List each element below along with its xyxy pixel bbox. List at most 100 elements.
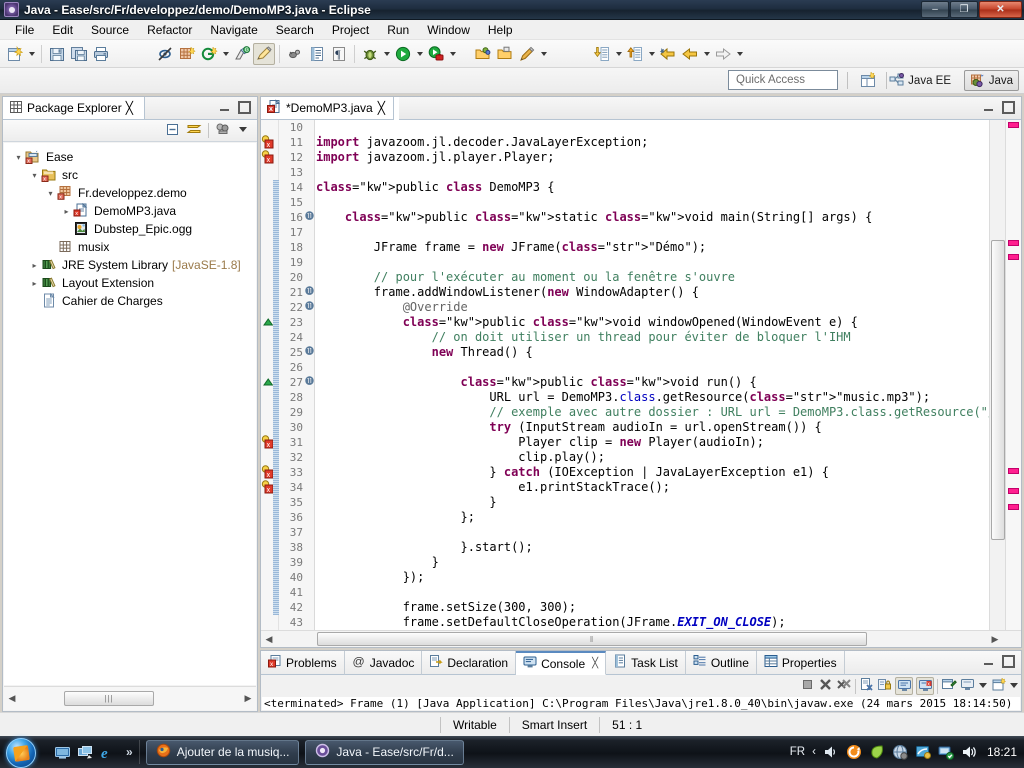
twisty-open-icon[interactable] xyxy=(28,171,41,180)
network-icon[interactable] xyxy=(938,744,955,761)
open-resource-icon[interactable] xyxy=(472,43,494,65)
annotation-dropdown-icon[interactable] xyxy=(538,43,549,65)
code-line[interactable]: } xyxy=(316,495,989,510)
next-annotation-dropdown-icon[interactable] xyxy=(613,43,624,65)
minimize-view-icon[interactable] xyxy=(218,101,231,114)
terminate-icon[interactable] xyxy=(800,677,815,695)
tree-item-demomp3-java[interactable]: x DemoMP3.java xyxy=(4,202,256,220)
taskbar-item-eclipse[interactable]: Java - Ease/src/Fr/d... xyxy=(305,739,464,765)
close-icon[interactable]: ╳ xyxy=(378,101,385,115)
code-line[interactable]: import javazoom.jl.decoder.JavaLayerExce… xyxy=(316,135,989,150)
menu-item-project[interactable]: Project xyxy=(323,21,378,39)
fold-collapse-icon[interactable]: ⓫ xyxy=(305,210,314,225)
scroll-right-icon[interactable]: ▶ xyxy=(987,634,1003,645)
package-explorer-tree[interactable]: x Ease x src x Fr.developpez.demo x DemoMP3.jav… xyxy=(4,143,256,685)
code-line[interactable]: }.start(); xyxy=(316,540,989,555)
new-java-class-icon[interactable] xyxy=(176,43,198,65)
remove-launch-icon[interactable] xyxy=(818,677,833,695)
quick-access-input[interactable]: Quick Access xyxy=(728,70,838,90)
show-console-on-error-icon[interactable]: x xyxy=(916,677,934,695)
leaf-icon[interactable] xyxy=(869,744,885,760)
code-line[interactable] xyxy=(316,225,989,240)
code-line[interactable]: // pour l'exécuter au moment ou la fenêt… xyxy=(316,270,989,285)
twisty-closed-icon[interactable] xyxy=(28,279,41,288)
code-line[interactable]: frame.addWindowListener(new WindowAdapte… xyxy=(316,285,989,300)
close-icon[interactable]: ╳ xyxy=(126,101,133,115)
fold-collapse-icon[interactable]: ⓫ xyxy=(305,345,314,360)
network-globe-icon[interactable] xyxy=(892,744,908,760)
menu-item-file[interactable]: File xyxy=(6,21,43,39)
code-line[interactable]: e1.printStackTrace(); xyxy=(316,480,989,495)
perspective-java-ee[interactable]: Java EE xyxy=(884,70,956,91)
code-line[interactable]: new Thread() { xyxy=(316,345,989,360)
package-explorer-tab[interactable]: Package Explorer ╳ xyxy=(3,97,145,120)
tree-item-dubstep-epic-ogg[interactable]: Dubstep_Epic.ogg xyxy=(4,220,256,238)
code-line[interactable]: class="kw">public class="kw">static clas… xyxy=(316,210,989,225)
minimize-view-icon[interactable] xyxy=(982,655,995,668)
bottom-tab-console[interactable]: Console ╳ xyxy=(516,651,607,675)
collapse-all-icon[interactable] xyxy=(165,122,180,140)
open-console-dropdown-icon[interactable] xyxy=(1009,679,1019,694)
vscroll-thumb[interactable] xyxy=(991,240,1005,540)
save-icon[interactable] xyxy=(46,43,68,65)
code-line[interactable] xyxy=(316,585,989,600)
code-line[interactable]: // exemple avec autre dossier : URL url … xyxy=(316,405,989,420)
open-perspective-icon[interactable] xyxy=(858,71,878,90)
internet-explorer-icon[interactable]: e xyxy=(100,744,117,762)
run-dropdown-icon[interactable] xyxy=(414,43,425,65)
editor-hscroll-thumb[interactable]: ‖ xyxy=(317,632,867,646)
previous-annotation-icon[interactable] xyxy=(624,43,646,65)
menu-item-refactor[interactable]: Refactor xyxy=(138,21,201,39)
code-line[interactable] xyxy=(316,525,989,540)
overview-error-marker[interactable] xyxy=(1008,488,1019,494)
new-wizard-dropdown-icon[interactable] xyxy=(26,43,37,65)
code-line[interactable]: } xyxy=(316,555,989,570)
editor-marker-bar[interactable]: x x x x x xyxy=(261,120,279,630)
bottom-tab-outline[interactable]: Outline xyxy=(685,651,757,675)
code-line[interactable]: class="kw">public class DemoMP3 { xyxy=(316,180,989,195)
twisty-closed-icon[interactable] xyxy=(60,207,73,216)
code-line[interactable] xyxy=(316,360,989,375)
volume-mixer-icon[interactable] xyxy=(823,744,839,760)
overview-error-marker[interactable] xyxy=(1008,240,1019,246)
new-package-icon[interactable]: G xyxy=(231,43,253,65)
scroll-left-icon[interactable]: ◀ xyxy=(4,693,20,704)
bottom-tab-task-list[interactable]: Task List xyxy=(606,651,686,675)
bottom-tab-properties[interactable]: Properties xyxy=(756,651,845,675)
code-line[interactable]: }; xyxy=(316,510,989,525)
debug-last-icon[interactable] xyxy=(284,43,306,65)
save-all-icon[interactable] xyxy=(68,43,90,65)
forward-dropdown-icon[interactable] xyxy=(734,43,745,65)
code-line[interactable]: // on doit utiliser un thread pour évite… xyxy=(316,330,989,345)
menu-item-run[interactable]: Run xyxy=(378,21,418,39)
display-console-icon[interactable] xyxy=(960,678,975,695)
hscroll-thumb[interactable]: ||| xyxy=(64,691,154,706)
show-whitespace-icon[interactable]: ¶ xyxy=(328,43,350,65)
bottom-tab-javadoc[interactable]: @ Javadoc xyxy=(344,651,423,675)
editor-overview-ruler[interactable] xyxy=(1005,120,1021,630)
minimize-editor-icon[interactable] xyxy=(982,101,995,114)
menu-item-navigate[interactable]: Navigate xyxy=(201,21,266,39)
code-line[interactable] xyxy=(316,165,989,180)
hscroll-track[interactable]: ||| xyxy=(20,691,240,706)
editor-code-area[interactable]: import javazoom.jl.decoder.JavaLayerExce… xyxy=(316,120,989,630)
tree-item-layout-extension[interactable]: Layout Extension xyxy=(4,274,256,292)
twisty-closed-icon[interactable] xyxy=(28,261,41,270)
code-line[interactable]: frame.setSize(300, 300); xyxy=(316,600,989,615)
overview-error-marker[interactable] xyxy=(1008,122,1019,128)
code-line[interactable] xyxy=(316,255,989,270)
code-line[interactable]: frame.setDefaultCloseOperation(JFrame.EX… xyxy=(316,615,989,630)
code-line[interactable]: JFrame frame = new JFrame(class="str">"D… xyxy=(316,240,989,255)
print-icon[interactable] xyxy=(90,43,112,65)
bottom-tab-declaration[interactable]: Declaration xyxy=(422,651,517,675)
menu-item-search[interactable]: Search xyxy=(267,21,323,39)
taskbar-clock[interactable]: 18:21 xyxy=(987,745,1017,759)
maximize-button[interactable]: ❐ xyxy=(950,1,978,18)
code-line[interactable] xyxy=(316,195,989,210)
overview-error-marker[interactable] xyxy=(1008,504,1019,510)
twisty-open-icon[interactable] xyxy=(44,189,57,198)
code-line[interactable]: } catch (IOException | JavaLayerExceptio… xyxy=(316,465,989,480)
open-type-icon[interactable] xyxy=(306,43,328,65)
new-annotation-icon[interactable] xyxy=(516,43,538,65)
bottom-tab-problems[interactable]: x Problems xyxy=(261,651,345,675)
